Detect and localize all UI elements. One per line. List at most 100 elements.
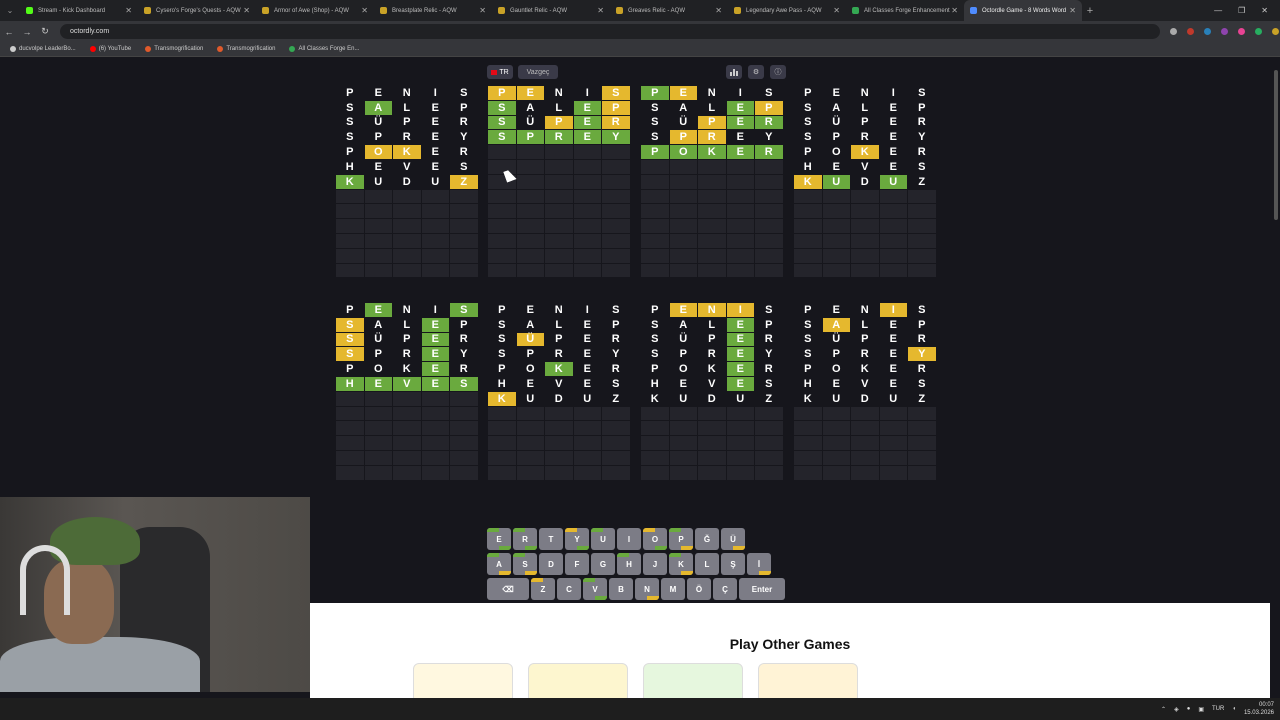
extension-icon[interactable] (1221, 28, 1228, 35)
key[interactable]: Ü (721, 528, 745, 550)
key[interactable]: Z (531, 578, 555, 600)
game-card[interactable] (643, 663, 743, 703)
key[interactable]: D (539, 553, 563, 575)
key[interactable]: Ş (721, 553, 745, 575)
extension-icon[interactable] (1255, 28, 1262, 35)
tray-chevron-icon[interactable]: ⌃ (1161, 706, 1166, 713)
settings-button[interactable]: ⚙ (748, 65, 764, 79)
browser-tab[interactable]: Gauntlet Relic - AQW ✕ (492, 0, 610, 21)
forward-icon[interactable]: → (18, 27, 36, 37)
bookmark-item[interactable]: ducvolpe LeaderBo... (10, 46, 76, 52)
key[interactable]: O (643, 528, 667, 550)
backspace-key[interactable]: ⌫ (487, 578, 529, 600)
new-tab-button[interactable]: + (1082, 5, 1098, 17)
key[interactable]: H (617, 553, 641, 575)
key[interactable]: T (539, 528, 563, 550)
bookmark-star-icon[interactable] (1170, 28, 1177, 35)
enter-key[interactable]: Enter (739, 578, 785, 600)
stats-button[interactable] (726, 65, 742, 79)
bookmark-item[interactable]: All Classes Forge En... (289, 46, 360, 52)
key[interactable]: İ (747, 553, 771, 575)
speaker-icon[interactable]: ◖ (1232, 706, 1236, 712)
extension-icon[interactable] (1238, 28, 1245, 35)
game-card[interactable] (758, 663, 858, 703)
bookmark-item[interactable]: (6) YouTube (89, 46, 131, 52)
tab-close-icon[interactable]: ✕ (1069, 6, 1076, 15)
close-window-icon[interactable]: ✕ (1261, 6, 1268, 15)
key[interactable]: Ç (713, 578, 737, 600)
browser-tab[interactable]: Breastplate Relic - AQW ✕ (374, 0, 492, 21)
bookmark-item[interactable]: Transmogrification (217, 46, 275, 52)
key[interactable]: E (487, 528, 511, 550)
give-up-button[interactable]: Vazgeç (518, 65, 558, 79)
key[interactable]: F (565, 553, 589, 575)
tab-close-icon[interactable]: ✕ (243, 6, 250, 15)
game-card[interactable] (528, 663, 628, 703)
tray-app-icon[interactable]: ▣ (1198, 706, 1204, 713)
browser-tab[interactable]: Armor of Awe (Shop) - AQW ✕ (256, 0, 374, 21)
tab-close-icon[interactable]: ✕ (597, 6, 604, 15)
key[interactable]: V (583, 578, 607, 600)
key[interactable]: B (609, 578, 633, 600)
tile: H (794, 376, 823, 392)
tab-close-icon[interactable]: ✕ (125, 6, 132, 15)
tab-close-icon[interactable]: ✕ (479, 6, 486, 15)
browser-tab[interactable]: Octordle Game - 8 Words Word ✕ (964, 0, 1082, 21)
page-scrollbar[interactable] (1274, 62, 1278, 692)
key[interactable]: L (695, 553, 719, 575)
key[interactable]: P (669, 528, 693, 550)
key[interactable]: I (617, 528, 641, 550)
tile: E (879, 376, 908, 392)
key-status-mark (577, 546, 589, 550)
back-icon[interactable]: ← (0, 27, 18, 37)
clock[interactable]: 00:07 15.03.2026 (1244, 701, 1274, 717)
tab-close-icon[interactable]: ✕ (361, 6, 368, 15)
browser-tab[interactable]: Legendary Awe Pass - AQW ✕ (728, 0, 846, 21)
minimize-icon[interactable]: — (1214, 6, 1222, 15)
tile: Y (755, 130, 784, 146)
taskbar-lang[interactable]: TUR (1212, 706, 1224, 712)
empty-tile (393, 391, 422, 407)
browser-tab[interactable]: Greaves Relic - AQW ✕ (610, 0, 728, 21)
reload-icon[interactable]: ↻ (36, 26, 54, 37)
url-field[interactable]: octordly.com (60, 24, 1160, 39)
tab-close-icon[interactable]: ✕ (715, 6, 722, 15)
key[interactable]: Y (565, 528, 589, 550)
key[interactable]: J (643, 553, 667, 575)
key[interactable]: Ğ (695, 528, 719, 550)
key[interactable]: G (591, 553, 615, 575)
bookmark-item[interactable]: Transmogrification (145, 46, 203, 52)
extension-icon[interactable] (1204, 28, 1211, 35)
tile: E (573, 347, 602, 363)
key[interactable]: M (661, 578, 685, 600)
mic-icon[interactable]: ● (1187, 706, 1191, 712)
tile: S (908, 159, 937, 175)
key[interactable]: N (635, 578, 659, 600)
tile: P (602, 317, 631, 333)
browser-tab[interactable]: Cysero's Forge's Quests - AQW ✕ (138, 0, 256, 21)
tile: D (545, 391, 574, 407)
key[interactable]: Ö (687, 578, 711, 600)
empty-tile (822, 436, 851, 451)
game-card[interactable] (413, 663, 513, 703)
scrollbar-thumb[interactable] (1274, 70, 1278, 220)
browser-tab[interactable]: Stream - Kick Dashboard ✕ (20, 0, 138, 21)
key[interactable]: U (591, 528, 615, 550)
key[interactable]: S (513, 553, 537, 575)
tab-close-icon[interactable]: ✕ (833, 6, 840, 15)
tab-search-icon[interactable]: ⌄ (0, 6, 20, 15)
key[interactable]: C (557, 578, 581, 600)
maximize-icon[interactable]: ❐ (1238, 6, 1245, 15)
key[interactable]: R (513, 528, 537, 550)
network-icon[interactable]: ◈ (1174, 706, 1179, 713)
extension-icon[interactable] (1187, 28, 1194, 35)
info-button[interactable]: ⓘ (770, 65, 786, 79)
key[interactable]: K (669, 553, 693, 575)
profile-avatar[interactable] (1272, 28, 1279, 35)
browser-tab[interactable]: All Classes Forge Enhancement ✕ (846, 0, 964, 21)
tile: S (602, 303, 631, 318)
tile: S (908, 376, 937, 392)
key[interactable]: A (487, 553, 511, 575)
tab-close-icon[interactable]: ✕ (951, 6, 958, 15)
language-button[interactable]: TR (487, 65, 513, 79)
